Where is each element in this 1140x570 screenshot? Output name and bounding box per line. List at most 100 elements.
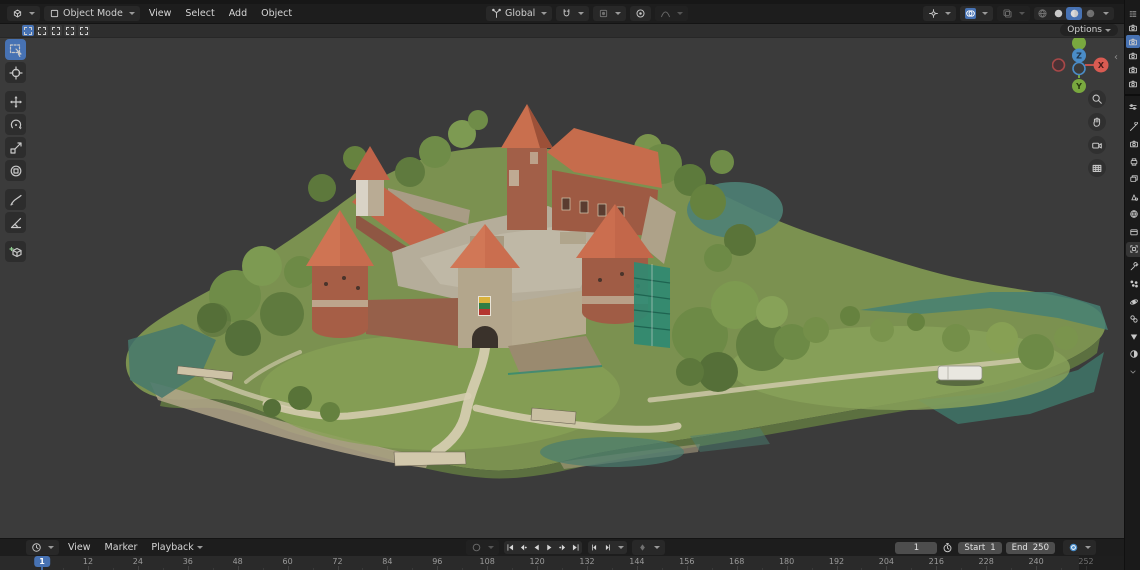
- ruler-tick: [686, 566, 688, 570]
- proportional-editing-toggle[interactable]: [630, 6, 652, 21]
- viewport-canvas[interactable]: [0, 0, 1140, 570]
- jump-to-start-button[interactable]: [504, 541, 517, 554]
- properties-tab-scene[interactable]: [1126, 189, 1140, 204]
- current-frame-badge[interactable]: 1: [34, 556, 50, 567]
- editor-type-button[interactable]: [7, 6, 40, 21]
- select-mode-extend[interactable]: [36, 25, 48, 36]
- select-mode-intersect[interactable]: [78, 25, 90, 36]
- auto-keying-toggle[interactable]: [466, 540, 499, 555]
- jump-to-end-button[interactable]: [569, 541, 582, 554]
- next-frame-button[interactable]: [601, 541, 614, 554]
- properties-tab-view-layer[interactable]: [1126, 172, 1140, 187]
- snap-toggle[interactable]: [556, 6, 590, 21]
- outliner-item-camera[interactable]: [1126, 77, 1140, 90]
- properties-tab-object-data[interactable]: [1126, 329, 1140, 344]
- menu-object[interactable]: Object: [254, 4, 299, 23]
- proportional-falloff-dropdown[interactable]: [655, 6, 689, 21]
- transform-orientation-dropdown[interactable]: Global: [486, 6, 553, 21]
- properties-tab-modifiers[interactable]: [1126, 259, 1140, 274]
- menu-add[interactable]: Add: [222, 4, 254, 23]
- timeline-menu-view[interactable]: View: [61, 539, 98, 556]
- shading-dropdown[interactable]: [1098, 7, 1114, 20]
- navigation-gizmo[interactable]: Z X Y: [1051, 34, 1110, 96]
- tool-cursor[interactable]: [5, 62, 26, 83]
- timeline-menu-marker[interactable]: Marker: [98, 539, 145, 556]
- properties-tab-material[interactable]: [1126, 347, 1140, 362]
- outliner-item-camera[interactable]: [1126, 35, 1140, 48]
- shading-rendered[interactable]: [1082, 7, 1098, 20]
- end-frame-field[interactable]: End 250: [1005, 541, 1055, 554]
- properties-tab-particles[interactable]: [1126, 277, 1140, 292]
- current-frame-field[interactable]: 1: [895, 541, 938, 554]
- camera-icon: [1128, 50, 1139, 61]
- object-mode-icon: [49, 8, 60, 19]
- tool-measure[interactable]: [5, 212, 26, 233]
- gizmo-axis-z-neg[interactable]: [1072, 61, 1086, 76]
- properties-tab-constraints[interactable]: [1126, 312, 1140, 327]
- tool-move[interactable]: [5, 91, 26, 112]
- sidebar-collapse-arrow[interactable]: ‹: [1114, 52, 1118, 63]
- outliner-item-camera[interactable]: [1126, 49, 1140, 62]
- keying-set-icon: [637, 542, 648, 553]
- xray-toggle[interactable]: [997, 6, 1030, 21]
- playback-sync-dropdown[interactable]: [1063, 540, 1096, 555]
- frame-step-dropdown[interactable]: [614, 541, 627, 554]
- properties-tab-physics[interactable]: [1126, 294, 1140, 309]
- shading-wireframe[interactable]: [1034, 7, 1050, 20]
- options-dropdown[interactable]: Options: [1060, 24, 1118, 36]
- timeline-menu-playback[interactable]: Playback: [144, 539, 200, 556]
- menu-select[interactable]: Select: [178, 4, 221, 23]
- outliner-item-camera[interactable]: [1126, 63, 1140, 76]
- ruler-tick: [736, 566, 738, 570]
- keying-set-dropdown[interactable]: [632, 540, 665, 555]
- properties-tab-object[interactable]: [1126, 241, 1140, 257]
- show-gizmos-dropdown[interactable]: [923, 6, 956, 21]
- tool-annotate[interactable]: [5, 189, 26, 210]
- properties-tab-world[interactable]: [1126, 207, 1140, 222]
- tool-select-box[interactable]: [5, 39, 26, 60]
- tool-transform[interactable]: [5, 160, 26, 181]
- gizmo-axis-x-neg[interactable]: [1051, 58, 1066, 72]
- show-overlays-toggle[interactable]: [960, 6, 993, 21]
- timeline-editor-type-button[interactable]: [26, 540, 59, 555]
- record-circle-icon: [471, 542, 482, 553]
- select-mode-invert[interactable]: [64, 25, 76, 36]
- chevron-down-icon: [982, 12, 988, 15]
- rendered-icon: [1085, 8, 1096, 19]
- select-mode-extend-icon: [38, 26, 46, 35]
- tabs-overflow-chevron[interactable]: [1126, 366, 1140, 379]
- properties-tab-output[interactable]: [1126, 154, 1140, 169]
- current-frame-value: 1: [913, 542, 920, 553]
- play-button[interactable]: [543, 541, 556, 554]
- previous-frame-button[interactable]: [588, 541, 601, 554]
- previous-keyframe-button[interactable]: [517, 541, 530, 554]
- shading-solid[interactable]: [1050, 7, 1066, 20]
- shading-material-preview[interactable]: [1066, 7, 1082, 20]
- tool-add-cube[interactable]: [5, 241, 26, 262]
- stopwatch-icon[interactable]: [942, 542, 953, 553]
- play-reverse-button[interactable]: [530, 541, 543, 554]
- properties-editor-icon[interactable]: [1126, 100, 1140, 113]
- gizmo-axis-y-neg[interactable]: [1072, 36, 1086, 50]
- tool-rotate[interactable]: [5, 114, 26, 135]
- menu-view[interactable]: View: [142, 4, 179, 23]
- select-mode-subtract[interactable]: [50, 25, 62, 36]
- pan-hand-button[interactable]: [1088, 113, 1106, 131]
- zoom-button[interactable]: [1088, 90, 1106, 108]
- timeline-ruler[interactable]: 12 24 36 48 60 72 84 96 108 120 132 144 156 168 180 192…: [0, 555, 1124, 570]
- next-keyframe-button[interactable]: [556, 541, 569, 554]
- camera-view-button[interactable]: [1088, 136, 1106, 154]
- ruler-tick: [437, 566, 439, 570]
- mode-dropdown[interactable]: Object Mode: [44, 6, 140, 21]
- snap-target-dropdown[interactable]: [593, 6, 627, 21]
- toggle-ortho-button[interactable]: [1088, 159, 1106, 177]
- tool-scale[interactable]: [5, 137, 26, 158]
- select-mode-set[interactable]: [22, 25, 34, 36]
- properties-tab-render[interactable]: [1126, 137, 1140, 152]
- outliner-header-icon[interactable]: [1126, 7, 1140, 20]
- orientation-label: Global: [505, 8, 536, 19]
- properties-tab-collection[interactable]: [1126, 224, 1140, 239]
- outliner-item-camera[interactable]: [1126, 21, 1140, 34]
- start-frame-field[interactable]: Start 1: [958, 541, 1002, 554]
- properties-tab-tool[interactable]: [1126, 119, 1140, 134]
